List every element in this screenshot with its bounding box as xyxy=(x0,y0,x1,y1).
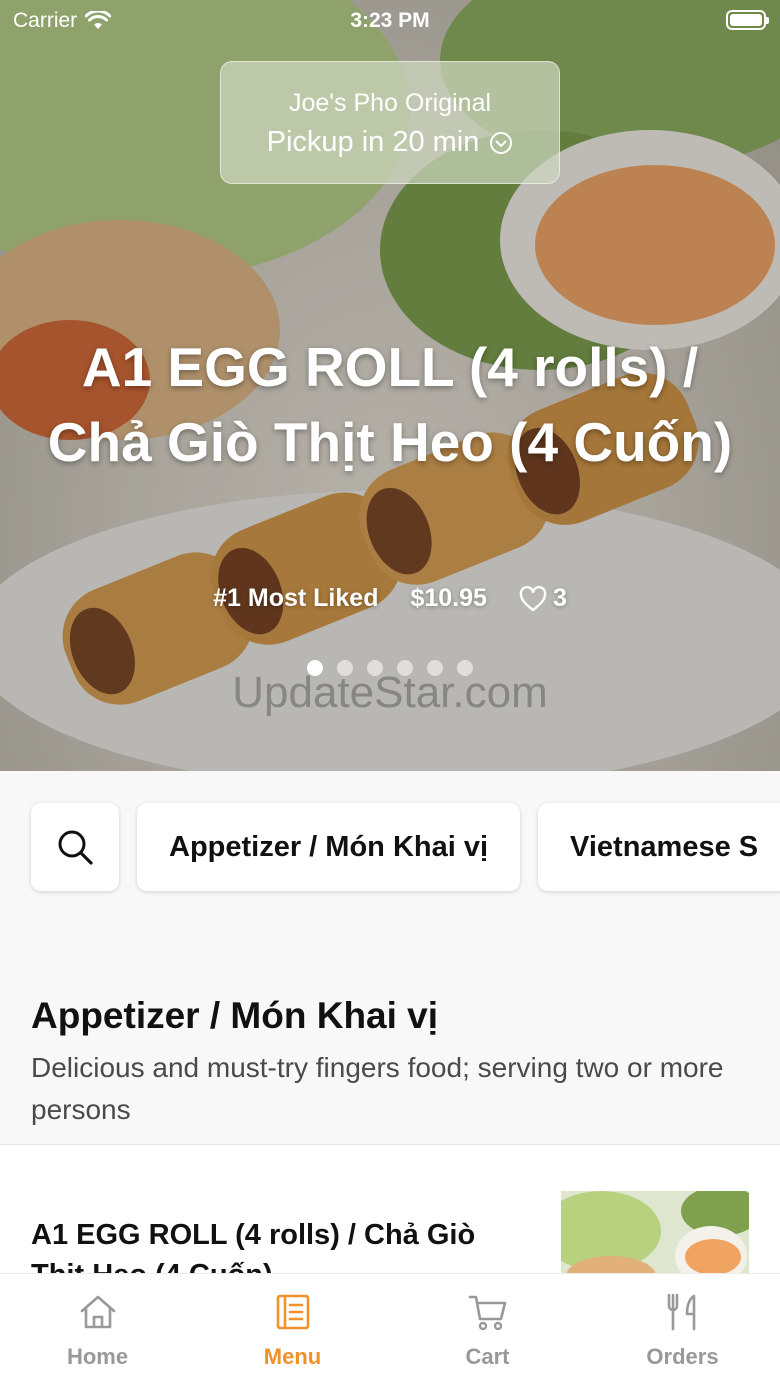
search-button[interactable] xyxy=(31,803,119,891)
heart-icon xyxy=(519,585,547,611)
featured-item-title: A1 EGG ROLL (4 rolls) / Chả Giò Thịt Heo… xyxy=(47,336,733,473)
cart-icon xyxy=(468,1295,506,1331)
tab-home-label: Home xyxy=(66,1344,129,1369)
menu-item-card[interactable]: A1 EGG ROLL (4 rolls) / Chả Giò Thịt Heo… xyxy=(0,1145,780,1275)
tab-menu[interactable]: Menu xyxy=(195,1274,390,1387)
section-title: Appetizer / Món Khai vị xyxy=(31,995,439,1036)
hero-banner[interactable]: Carrier 3:23 PM Joe's Pho Original Picku… xyxy=(0,0,780,771)
menu-item-thumbnail xyxy=(561,1191,749,1275)
tab-home[interactable]: Home xyxy=(0,1274,195,1387)
status-time: 3:23 PM xyxy=(350,9,430,32)
featured-price: $10.95 xyxy=(410,584,487,612)
home-icon xyxy=(80,1295,115,1329)
category-chips: Appetizer / Món Khai vị Vietnamese S xyxy=(31,803,780,891)
store-name: Joe's Pho Original xyxy=(288,89,492,117)
category-chip-appetizer[interactable]: Appetizer / Món Khai vị xyxy=(137,803,521,891)
tab-cart-label: Cart xyxy=(465,1344,510,1369)
menu-icon xyxy=(276,1294,309,1330)
status-bar: Carrier 3:23 PM xyxy=(0,0,780,40)
watermark: UpdateStar.com xyxy=(232,668,548,717)
chevron-down-circle-icon xyxy=(490,131,513,154)
most-liked-badge: #1 Most Liked xyxy=(213,584,379,612)
tab-cart[interactable]: Cart xyxy=(390,1274,585,1387)
search-icon xyxy=(58,830,93,865)
section-description: Delicious and must-try fingers food; ser… xyxy=(31,1052,724,1125)
likes-value: 3 xyxy=(552,584,567,612)
tab-menu-label: Menu xyxy=(263,1344,322,1369)
battery-icon xyxy=(726,10,769,30)
menu-item-name: A1 EGG ROLL (4 rolls) / Chả Giò Thịt Heo… xyxy=(31,1219,476,1275)
bottom-tab-bar: Home Menu Cart Orders xyxy=(0,1273,780,1387)
pickup-time: Pickup in 20 min xyxy=(266,126,480,158)
likes-count[interactable]: 3 xyxy=(519,584,567,613)
pickup-selector[interactable]: Joe's Pho Original Pickup in 20 min xyxy=(220,61,560,184)
tab-orders[interactable]: Orders xyxy=(585,1274,780,1387)
tab-orders-label: Orders xyxy=(646,1344,719,1369)
pickup-time-row: Pickup in 20 min xyxy=(221,126,559,159)
utensils-icon xyxy=(667,1293,695,1331)
category-chip-vietnamese[interactable]: Vietnamese S xyxy=(538,803,780,891)
featured-item-meta: #1 Most Liked $10.95 3 xyxy=(0,584,780,613)
